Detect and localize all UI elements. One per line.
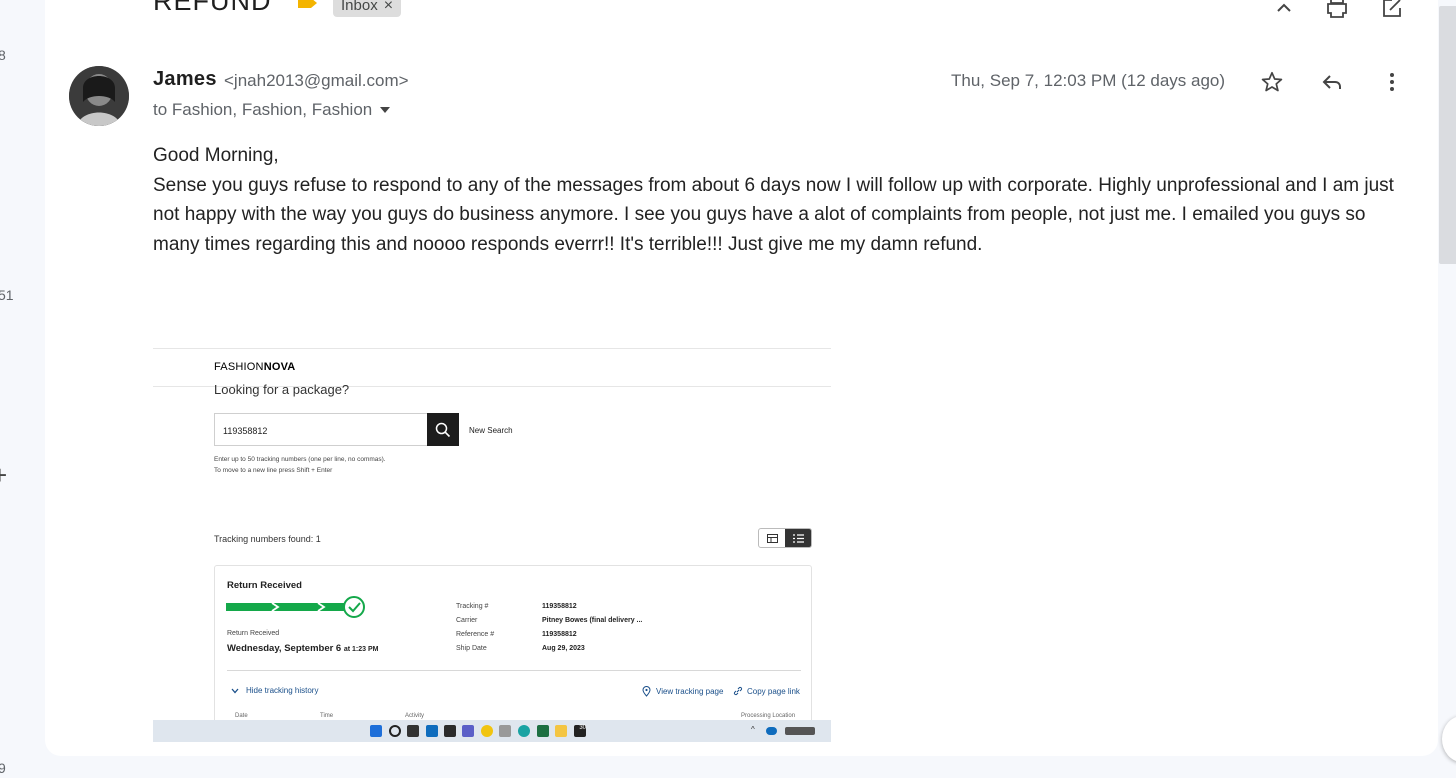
message-date: Thu, Sep 7, 12:03 PM (12 days ago) [951,71,1226,90]
detail-label: Reference # [456,631,495,638]
rail-number: 51 [0,287,14,303]
recipients-text: to Fashion, Fashion, Fashion [153,100,373,119]
email-view-screen: 8 51 9 + REFUND Inbox × James <jnah2013@… [0,0,1456,778]
sender-avatar[interactable] [69,66,129,126]
detail-label: Carrier [456,617,478,624]
detail-value: 119358812 [542,603,577,610]
file-explorer-icon [555,725,567,737]
sender-name[interactable]: James [153,68,217,91]
location-pin-icon [642,686,651,697]
detail-label: Tracking # [456,603,489,610]
system-tray-icons [785,727,815,735]
search-icon [389,725,401,737]
notification-badge: 30 [574,725,586,737]
label-arrow-icon[interactable] [297,0,319,10]
email-subject: REFUND [153,0,272,16]
view-tracking-page-link: View tracking page [642,686,723,697]
body-paragraph: Sense you guys refuse to respond to any … [153,174,1394,255]
tray-chevron-icon: ^ [751,725,755,734]
outlook-icon [426,725,438,737]
detail-value: Aug 29, 2023 [542,645,585,652]
divider [153,348,831,349]
more-vert-icon[interactable] [1378,68,1406,96]
inbox-label-chip[interactable]: Inbox × [333,0,402,17]
link-icon [733,686,743,696]
body-greeting: Good Morning, [153,145,279,166]
chrome-icon [481,725,493,737]
message-body: Good Morning, Sense you guys refuse to r… [153,141,1403,259]
edge-icon [518,725,530,737]
status-subtitle: Return Received [227,630,280,637]
tracking-found-count: Tracking numbers found: 1 [214,534,321,544]
chevron-down-icon [231,688,239,693]
tracking-heading: Looking for a package? [214,382,350,397]
search-icon [427,413,459,446]
rail-number: 9 [0,760,6,776]
status-date: Wednesday, September 6 at 1:23 PM [227,643,379,654]
windows-taskbar: 30 ^ [153,720,831,742]
left-rail-fragment: 8 51 9 [0,0,44,778]
app-icon [444,725,456,737]
tracking-hint: Enter up to 50 tracking numbers (one per… [214,456,386,474]
fashion-nova-logo: FASHIONNOVA [214,361,296,373]
recipients-line[interactable]: to Fashion, Fashion, Fashion [153,100,392,120]
tracking-search-input: 119358812 [214,413,427,446]
scrollbar-thumb[interactable] [1439,6,1456,264]
remove-label-icon[interactable]: × [384,0,393,15]
onedrive-icon [766,727,777,735]
status-title: Return Received [227,580,302,591]
hide-history-link: Hide tracking history [231,686,318,695]
chevron-up-icon[interactable] [1270,0,1298,22]
new-search-link: New Search [469,426,513,435]
task-view-icon [407,725,419,737]
rail-number: 8 [0,47,6,63]
sender-email: <jnah2013@gmail.com> [224,71,409,90]
reply-icon[interactable] [1318,68,1346,96]
progress-bar-icon [226,596,365,618]
tracking-card: Return Received Return Received Wednesda… [214,565,812,742]
caret-down-icon[interactable] [378,105,392,115]
open-in-new-window-icon[interactable] [1378,0,1406,22]
print-icon[interactable] [1323,0,1351,22]
windows-start-icon [370,725,382,737]
copy-page-link: Copy page link [733,686,800,696]
excel-icon [537,725,549,737]
list-view-icon [785,529,811,547]
new-label-plus-icon[interactable]: + [0,460,7,491]
grid-view-icon [759,529,785,547]
detail-label: Ship Date [456,645,487,652]
teams-icon [462,725,474,737]
view-toggle [758,528,812,548]
detail-value: 119358812 [542,631,577,638]
detail-value: Pitney Bowes (final delivery ... [542,617,643,624]
divider [227,670,801,671]
inline-screenshot-attachment[interactable]: FASHIONNOVA Looking for a package? 11935… [153,348,831,742]
star-icon[interactable] [1258,68,1286,96]
snipping-tool-icon [499,725,511,737]
inbox-label-text: Inbox [341,0,378,14]
